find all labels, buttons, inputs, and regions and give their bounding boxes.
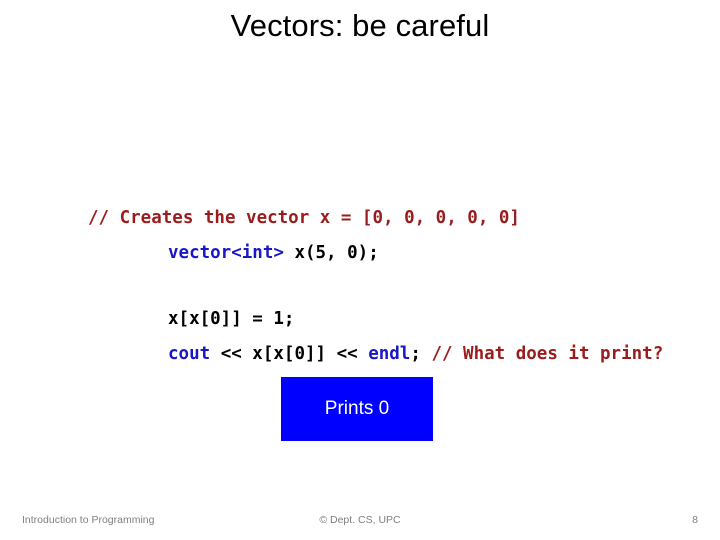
code-token-keyword-cout: cout — [168, 344, 211, 364]
footer-page-number: 8 — [692, 514, 698, 526]
code-token-plain-semicolon: ; — [410, 344, 432, 364]
answer-callout-label: Prints 0 — [324, 398, 390, 419]
slide-footer: Introduction to Programming © Dept. CS, … — [0, 514, 720, 534]
code-token-keyword-endl: endl — [368, 344, 411, 364]
code-token-plain-assignment: x[x[0]] = 1; — [168, 309, 295, 329]
code-line-assignment: x[x[0]] = 1; — [22, 302, 682, 337]
footer-copyright: © Dept. CS, UPC — [319, 514, 401, 526]
code-line-comment-creates: // Creates the vector x = [0, 0, 0, 0, 0… — [88, 201, 688, 236]
code-line-cout: cout << x[x[0]] << endl; // What does it… — [22, 337, 682, 372]
answer-callout-box: Prints 0 — [281, 377, 433, 441]
code-token-comment: // Creates the vector x = [0, 0, 0, 0, 0… — [88, 208, 520, 228]
code-token-comment-question: // What does it print? — [431, 344, 664, 364]
slide: Vectors: be careful // Creates the vecto… — [0, 0, 720, 540]
code-token-plain-stream: << x[x[0]] << — [210, 344, 369, 364]
page-title: Vectors: be careful — [230, 8, 490, 43]
